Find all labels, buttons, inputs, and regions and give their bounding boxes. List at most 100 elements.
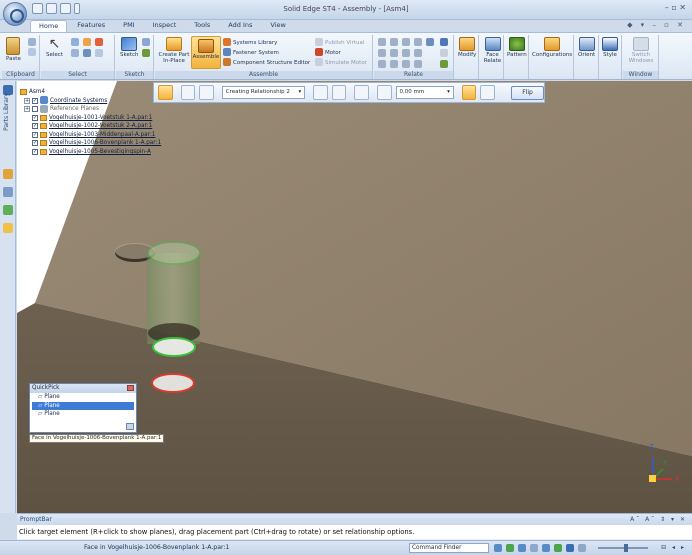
- assemble-button[interactable]: Assemble: [191, 36, 221, 69]
- tangent-icon[interactable]: [390, 49, 398, 57]
- quickpick-item[interactable]: ▱ Plane: [30, 393, 136, 402]
- construction-display-icon[interactable]: [199, 85, 214, 100]
- prompt-bar-controls[interactable]: A˜ A˜ ⇕ ▾ ✕: [630, 514, 687, 525]
- create-part-in-place-button[interactable]: Create Part In-Place: [158, 37, 190, 64]
- switch-windows-button[interactable]: Switch Windows: [625, 37, 657, 64]
- visibility-checkbox[interactable]: ✓: [32, 97, 38, 104]
- pan-icon[interactable]: [530, 544, 538, 552]
- match-coordinate-icon[interactable]: [390, 60, 398, 68]
- sketch-tool-icon-2[interactable]: [142, 49, 150, 57]
- tree-item[interactable]: ✓ Vogelhuisje-1006-Bovenplank 1-A.par:1: [20, 139, 161, 148]
- tree-item[interactable]: ✓ Vogelhuisje-1001-Voetstuk 1-A.par:1: [20, 114, 161, 123]
- pattern-button[interactable]: Pattern: [507, 37, 527, 58]
- select-button[interactable]: ↖ Select: [46, 37, 63, 58]
- connect-icon[interactable]: [426, 38, 434, 46]
- simulate-motor-button[interactable]: Simulate Motor: [315, 58, 367, 67]
- offset-type-icon[interactable]: [376, 85, 392, 100]
- visibility-checkbox[interactable]: ✓: [32, 131, 38, 138]
- zoom-icon[interactable]: [506, 544, 514, 552]
- options-icon[interactable]: [180, 85, 196, 100]
- window-controls[interactable]: – ▫ ✕: [665, 3, 686, 12]
- cam-icon[interactable]: [402, 49, 410, 57]
- status-right-controls[interactable]: ⊟ ◂ ▸: [661, 544, 686, 551]
- flash-fit-icon[interactable]: [313, 85, 328, 100]
- quickpick-options-icon[interactable]: [126, 423, 134, 430]
- parallel-icon[interactable]: [378, 60, 386, 68]
- relate-tool-icon-2[interactable]: [440, 49, 448, 57]
- axial-align-icon[interactable]: [402, 38, 410, 46]
- tree-item[interactable]: ✓ Vogelhuisje-1003-Middenpaal-A.par:1: [20, 131, 161, 140]
- systems-library-button[interactable]: Systems Library: [223, 38, 277, 47]
- select-tool-icon-3[interactable]: [95, 38, 103, 46]
- parts-library-tab[interactable]: Parts Library: [3, 93, 10, 131]
- pathfinder-icon[interactable]: [3, 169, 13, 179]
- expand-icon[interactable]: +: [24, 106, 30, 113]
- component-structure-editor-button[interactable]: Component Structure Editor: [223, 58, 310, 67]
- mate-icon[interactable]: [378, 38, 386, 46]
- cut-icon[interactable]: [28, 38, 36, 46]
- fit-icon[interactable]: [518, 544, 526, 552]
- view-orientation-icon[interactable]: [566, 544, 574, 552]
- flip-button[interactable]: Flip: [511, 85, 544, 100]
- sensors-icon[interactable]: [3, 205, 13, 215]
- visibility-checkbox[interactable]: ✓: [32, 140, 38, 147]
- select-tool-icon-4[interactable]: [71, 49, 79, 57]
- command-finder-input[interactable]: Command Finder: [409, 543, 489, 553]
- visibility-checkbox[interactable]: ✓: [32, 123, 38, 130]
- relate-tool-icon-3[interactable]: [440, 60, 448, 68]
- expand-icon[interactable]: +: [24, 97, 30, 104]
- tree-item[interactable]: ✓ Vogelhuisje-1005-Bevestigingspin-A: [20, 148, 161, 157]
- help-controls[interactable]: ◆ ▾ – ▫ ✕: [627, 21, 686, 29]
- mate-type-icon[interactable]: [354, 85, 369, 100]
- style-button[interactable]: Style: [602, 37, 618, 58]
- sketch-view-icon[interactable]: [554, 544, 562, 552]
- planar-align-icon[interactable]: [390, 38, 398, 46]
- select-tool-icon-6[interactable]: [95, 49, 103, 57]
- layers-icon[interactable]: [3, 187, 13, 197]
- offset-value-field[interactable]: 0,00 mm ▾: [395, 86, 454, 99]
- close-icon[interactable]: [127, 385, 134, 391]
- center-plane-icon[interactable]: [402, 60, 410, 68]
- motor-button[interactable]: Motor: [315, 48, 341, 57]
- select-tool-icon-2[interactable]: [83, 38, 91, 46]
- paste-button[interactable]: Paste: [6, 37, 21, 62]
- pin-top-face[interactable]: [147, 241, 201, 265]
- relationship-list-icon[interactable]: [331, 85, 347, 100]
- publish-virtual-button[interactable]: Publish Virtual: [315, 38, 364, 47]
- copy-icon[interactable]: [28, 48, 36, 56]
- lock-rotation-icon[interactable]: [461, 85, 477, 100]
- select-tool-icon-5[interactable]: [83, 49, 91, 57]
- zoom-slider[interactable]: [598, 547, 648, 549]
- tree-root[interactable]: Asm4: [20, 88, 161, 97]
- tree-item[interactable]: ✓ Vogelhuisje-1002-Voetstuk 2-A.par:1: [20, 122, 161, 131]
- reduce-steps-icon[interactable]: [480, 85, 496, 100]
- configurations-button[interactable]: Configurations: [532, 37, 572, 58]
- sketch-button[interactable]: Sketch: [120, 37, 139, 58]
- orient-button[interactable]: Orient: [578, 37, 595, 58]
- visibility-checkbox[interactable]: [32, 106, 38, 113]
- relationship-list-combo[interactable]: Creating Relationship 2 ▾: [221, 86, 306, 99]
- face-relate-button[interactable]: Face Relate: [482, 37, 503, 64]
- quickpick-item-selected[interactable]: ▱ Plane: [32, 401, 134, 410]
- rigid-set-icon[interactable]: [414, 60, 422, 68]
- relate-tool-icon-1[interactable]: [440, 38, 448, 46]
- pin-bottom-face-highlight[interactable]: [152, 337, 196, 357]
- tree-item[interactable]: + Reference Planes: [20, 104, 161, 114]
- zoom-area-icon[interactable]: [494, 544, 502, 552]
- display-style-icon[interactable]: [578, 544, 586, 552]
- gear-relate-icon[interactable]: [414, 49, 422, 57]
- application-button[interactable]: [3, 2, 27, 26]
- rotate-icon[interactable]: [542, 544, 550, 552]
- quickpick-item[interactable]: ▱ Plane: [30, 410, 136, 419]
- insert-icon[interactable]: [414, 38, 422, 46]
- fastener-system-button[interactable]: Fastener System: [223, 48, 279, 57]
- alerts-icon[interactable]: [3, 223, 13, 233]
- tree-item[interactable]: + ✓ Coordinate Systems: [20, 96, 161, 106]
- target-hole-face-highlight[interactable]: [151, 373, 195, 393]
- angle-icon[interactable]: [378, 49, 386, 57]
- select-tool-icon-1[interactable]: [71, 38, 79, 46]
- visibility-checkbox[interactable]: ✓: [32, 114, 38, 121]
- zoom-slider-handle[interactable]: [624, 544, 628, 552]
- visibility-checkbox[interactable]: ✓: [32, 148, 38, 155]
- sketch-tool-icon-1[interactable]: [142, 38, 150, 46]
